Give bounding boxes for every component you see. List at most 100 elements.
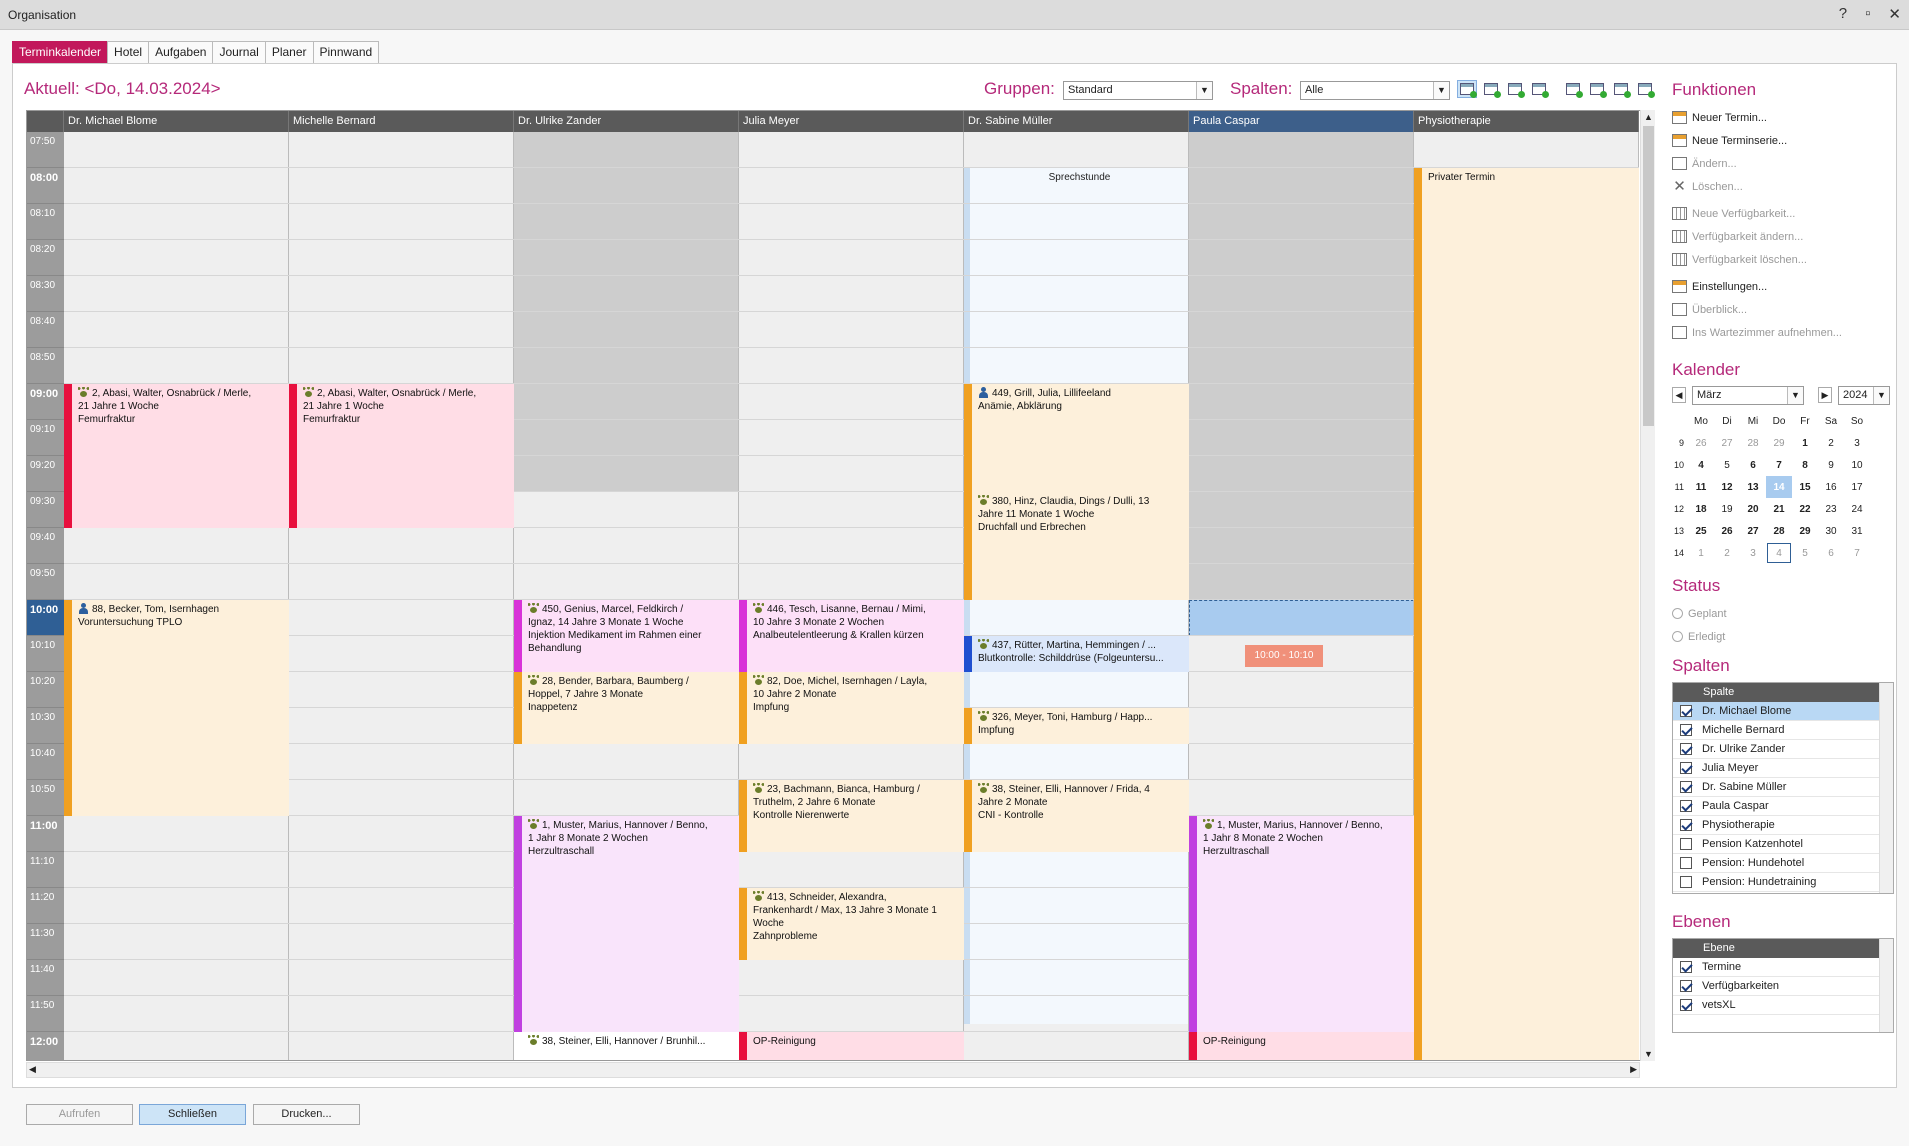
appointment-card[interactable]: 326, Meyer, Toni, Hamburg / Happ... Impfu… bbox=[964, 708, 1189, 744]
month-view-icon[interactable] bbox=[1529, 80, 1549, 98]
scroll-left-icon[interactable]: ◀ bbox=[29, 1064, 36, 1075]
spalten-scrollbar[interactable] bbox=[1879, 683, 1893, 893]
new-series-item[interactable]: Neue Terminserie... bbox=[1672, 129, 1894, 152]
day-cell[interactable]: 29 bbox=[1766, 432, 1792, 454]
list-item[interactable]: Michelle Bernard bbox=[1673, 721, 1893, 740]
workweek-view-icon[interactable] bbox=[1481, 80, 1501, 98]
day-cell[interactable]: 28 bbox=[1740, 432, 1766, 454]
column-header-caspar[interactable]: Paula Caspar bbox=[1189, 111, 1414, 132]
checkbox[interactable] bbox=[1680, 743, 1692, 755]
schliessen-button[interactable]: Schließen bbox=[139, 1104, 246, 1125]
day-cell[interactable]: 2 bbox=[1714, 542, 1740, 564]
new-appointment-item[interactable]: Neuer Termin... bbox=[1672, 106, 1894, 129]
edit-availability-item[interactable]: Verfügbarkeit ändern... bbox=[1672, 225, 1894, 248]
chevron-down-icon[interactable]: ▼ bbox=[1433, 82, 1449, 99]
timeline-view-icon[interactable] bbox=[1611, 80, 1631, 98]
checkbox[interactable] bbox=[1680, 800, 1692, 812]
appointment-card[interactable]: 2, Abasi, Walter, Osnabrück / Merle, 21 J… bbox=[64, 384, 289, 528]
day-cell[interactable]: 24 bbox=[1844, 498, 1870, 520]
status-geplant-radio[interactable]: Geplant bbox=[1672, 602, 1894, 625]
appointment-card[interactable]: 28, Bender, Barbara, Baumberg / Hoppel, 7… bbox=[514, 672, 739, 744]
column-header-bernard[interactable]: Michelle Bernard bbox=[289, 111, 514, 132]
appointment-card[interactable]: 1, Muster, Marius, Hannover / Benno, 1 Ja… bbox=[514, 816, 739, 1032]
day-cell[interactable]: 5 bbox=[1714, 454, 1740, 476]
appointment-card[interactable]: 449, Grill, Julia, Lillifeeland Anämie, A… bbox=[964, 384, 1189, 492]
checkbox[interactable] bbox=[1680, 980, 1692, 992]
day-cell[interactable]: 16 bbox=[1818, 476, 1844, 498]
day-cell[interactable]: 27 bbox=[1740, 520, 1766, 542]
list-item[interactable]: Dr. Sabine Müller bbox=[1673, 778, 1893, 797]
column-body-bernard[interactable] bbox=[289, 132, 514, 1060]
tab-journal[interactable]: Journal bbox=[212, 41, 266, 63]
overview-item[interactable]: Überblick... bbox=[1672, 298, 1894, 321]
day-cell[interactable]: 23 bbox=[1818, 498, 1844, 520]
list-item[interactable]: Physiotherapie bbox=[1673, 816, 1893, 835]
day-cell[interactable]: 26 bbox=[1714, 520, 1740, 542]
appointment-card[interactable]: 88, Becker, Tom, Isernhagen Voruntersuchu… bbox=[64, 600, 289, 816]
day-cell[interactable]: 4 bbox=[1766, 542, 1792, 564]
settings-item[interactable]: Einstellungen... bbox=[1672, 275, 1894, 298]
day-cell[interactable]: 1 bbox=[1792, 432, 1818, 454]
column-header-blome[interactable]: Dr. Michael Blome bbox=[64, 111, 289, 132]
checkbox[interactable] bbox=[1680, 724, 1692, 736]
appointment-card[interactable]: 23, Bachmann, Bianca, Hamburg / Truthelm,… bbox=[739, 780, 964, 852]
list-item[interactable]: Pension: Hundetraining bbox=[1673, 873, 1893, 892]
calendar-grid[interactable]: Dr. Michael Blome Michelle Bernard Dr. U… bbox=[26, 110, 1655, 1061]
checkbox[interactable] bbox=[1680, 876, 1692, 888]
tab-planer[interactable]: Planer bbox=[264, 41, 314, 63]
help-icon[interactable]: ? bbox=[1839, 5, 1847, 23]
appointment-card[interactable]: OP-Reinigung bbox=[1189, 1032, 1414, 1060]
overview-view-icon[interactable] bbox=[1635, 80, 1655, 98]
day-cell[interactable]: 19 bbox=[1714, 498, 1740, 520]
day-cell[interactable]: 6 bbox=[1740, 454, 1766, 476]
appointment-card[interactable]: 38, Steiner, Elli, Hannover / Brunhil... bbox=[514, 1032, 739, 1060]
list-item[interactable]: Dr. Ulrike Zander bbox=[1673, 740, 1893, 759]
day-cell[interactable]: 13 bbox=[1740, 476, 1766, 498]
resource-view-icon[interactable] bbox=[1587, 80, 1607, 98]
list-item[interactable]: Paula Caspar bbox=[1673, 797, 1893, 816]
appointment-card[interactable]: 437, Rütter, Martina, Hemmingen / ... Blu… bbox=[964, 636, 1189, 672]
list-item[interactable]: vetsXL bbox=[1673, 996, 1893, 1015]
tab-aufgaben[interactable]: Aufgaben bbox=[148, 41, 214, 63]
week-view-icon[interactable] bbox=[1505, 80, 1525, 98]
appointment-card[interactable]: Privater Termin bbox=[1414, 168, 1639, 1060]
aufrufen-button[interactable]: Aufrufen bbox=[26, 1104, 133, 1125]
day-cell[interactable]: 7 bbox=[1844, 542, 1870, 564]
column-body-blome[interactable] bbox=[64, 132, 289, 1060]
day-cell[interactable]: 9 bbox=[1818, 454, 1844, 476]
day-cell[interactable]: 1 bbox=[1688, 542, 1714, 564]
ebenen-list[interactable]: Ebene Termine Verfügbarkeiten vetsXL bbox=[1672, 938, 1894, 1033]
checkbox[interactable] bbox=[1680, 762, 1692, 774]
drucken-button[interactable]: Drucken... bbox=[253, 1104, 360, 1125]
day-cell[interactable]: 22 bbox=[1792, 498, 1818, 520]
list-item[interactable]: Pension Katzenhotel bbox=[1673, 835, 1893, 854]
day-cell[interactable]: 4 bbox=[1688, 454, 1714, 476]
list-view-icon[interactable] bbox=[1563, 80, 1583, 98]
scroll-down-icon[interactable]: ▼ bbox=[1641, 1047, 1656, 1061]
year-select[interactable]: 2024 ▼ bbox=[1838, 386, 1890, 405]
list-item[interactable]: Julia Meyer bbox=[1673, 759, 1893, 778]
day-cell[interactable]: 21 bbox=[1766, 498, 1792, 520]
day-cell[interactable]: 17 bbox=[1844, 476, 1870, 498]
delete-availability-item[interactable]: Verfügbarkeit löschen... bbox=[1672, 248, 1894, 271]
column-header-physiotherapie[interactable]: Physiotherapie bbox=[1414, 111, 1639, 132]
day-cell[interactable]: 29 bbox=[1792, 520, 1818, 542]
day-view-icon[interactable] bbox=[1457, 80, 1477, 98]
checkbox[interactable] bbox=[1680, 838, 1692, 850]
day-cell[interactable]: 7 bbox=[1766, 454, 1792, 476]
day-cell[interactable]: 31 bbox=[1844, 520, 1870, 542]
tab-terminkalender[interactable]: Terminkalender bbox=[12, 41, 109, 63]
column-header-meyer[interactable]: Julia Meyer bbox=[739, 111, 964, 132]
next-month-icon[interactable]: ▶ bbox=[1818, 387, 1832, 403]
vertical-scrollbar[interactable]: ▲ ▼ bbox=[1640, 110, 1655, 1061]
appointment-card[interactable]: 2, Abasi, Walter, Osnabrück / Merle, 21 J… bbox=[289, 384, 514, 528]
checkbox[interactable] bbox=[1680, 819, 1692, 831]
day-cell[interactable]: 6 bbox=[1818, 542, 1844, 564]
day-cell[interactable]: 3 bbox=[1740, 542, 1766, 564]
day-cell[interactable]: 3 bbox=[1844, 432, 1870, 454]
checkbox[interactable] bbox=[1680, 961, 1692, 973]
day-cell[interactable]: 10 bbox=[1844, 454, 1870, 476]
column-header-zander[interactable]: Dr. Ulrike Zander bbox=[514, 111, 739, 132]
appointment-card[interactable]: 446, Tesch, Lisanne, Bernau / Mimi, 10 Ja… bbox=[739, 600, 964, 672]
mini-calendar[interactable]: Mo Di Mi Do Fr Sa So 9 26 27 28 29 1 2 3 10 4 5 6 7 8 9 10 11 1… bbox=[1672, 410, 1894, 564]
